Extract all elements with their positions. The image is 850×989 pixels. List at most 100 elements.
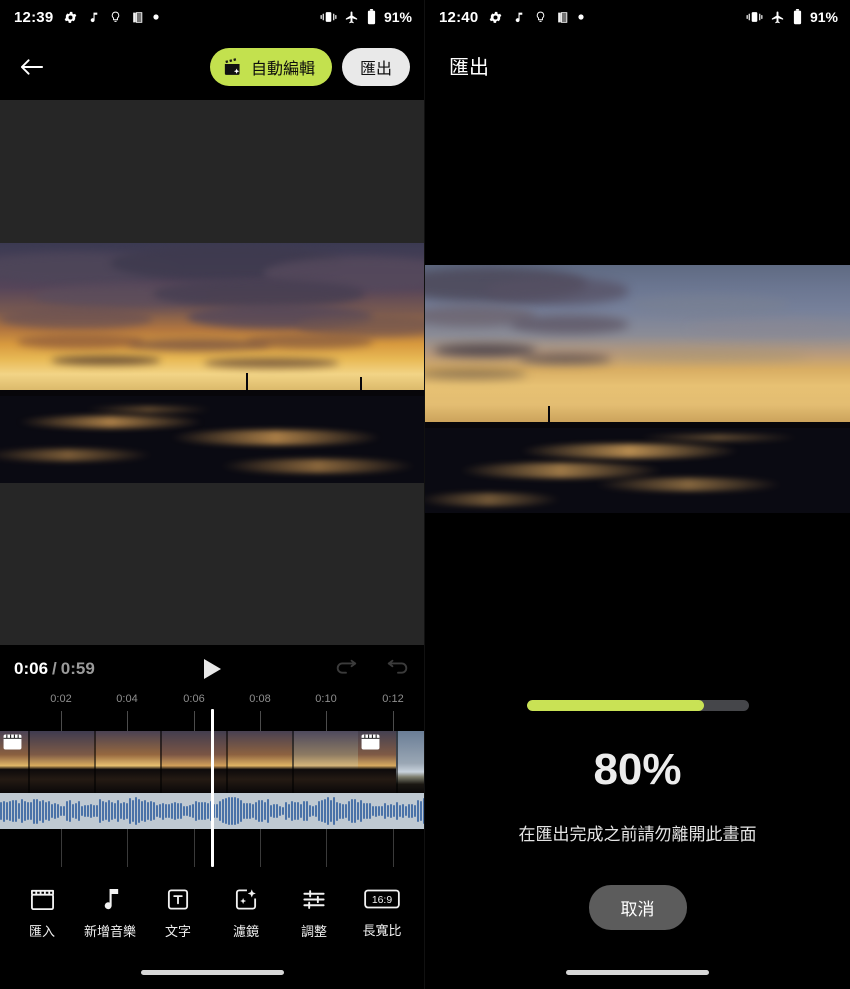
waveform-bar [312, 805, 314, 817]
redo-button[interactable] [386, 659, 410, 679]
undo-button[interactable] [334, 659, 358, 679]
thumbnail-divider [292, 731, 294, 793]
waveform-bar [369, 802, 371, 820]
video-preview[interactable] [0, 243, 424, 483]
waveform-bar [300, 803, 302, 819]
clapperboard-sparkle-icon [223, 57, 244, 77]
waveform-bar [354, 798, 356, 824]
timeline-thumbnail[interactable] [94, 731, 160, 793]
preview-artwork [0, 243, 424, 483]
waveform-bar [111, 801, 113, 821]
tool-add-music[interactable]: 新增音樂 [77, 887, 143, 940]
waveform-bar [36, 798, 38, 824]
gesture-nav-bar[interactable] [425, 955, 850, 989]
tool-filter[interactable]: 濾鏡 [213, 887, 279, 940]
timeline-thumbnail[interactable] [292, 731, 358, 793]
play-button[interactable] [199, 656, 225, 682]
waveform-bar [123, 802, 125, 820]
timeline-thumbnail[interactable] [160, 731, 226, 793]
editor-screen: 12:39 91% 自動編輯 匯出 0:06 / 0:59 0:02 0:04 … [0, 0, 425, 989]
waveform-bar [42, 799, 44, 823]
lightbulb-icon [109, 9, 122, 25]
ruler-tick-mark [260, 711, 261, 731]
tool-filter-label: 濾鏡 [232, 923, 259, 939]
waveform-bar [189, 804, 191, 818]
waveform-bar [261, 799, 263, 823]
export-status-bar: 12:40 91% [425, 0, 850, 34]
progress-fill [526, 700, 705, 711]
thumbnail-artwork [160, 731, 226, 793]
timeline-thumbnail[interactable] [226, 731, 292, 793]
undo-icon [334, 659, 358, 679]
waveform-bar [174, 802, 176, 820]
waveform-bar [204, 802, 206, 820]
editor-top-bar: 自動編輯 匯出 [0, 34, 424, 100]
gesture-pill[interactable] [140, 969, 284, 975]
waveform-bar [63, 805, 65, 817]
waveform-bar [96, 804, 98, 818]
gear-icon [488, 10, 503, 25]
waveform-bar [48, 800, 50, 822]
aspect-ratio-icon: 16:9 [364, 887, 400, 911]
redo-icon [386, 659, 410, 679]
waveform-bar [120, 802, 122, 820]
waveform-bar [87, 804, 89, 818]
waveform-bar [342, 803, 344, 819]
airplane-mode-icon [344, 10, 359, 25]
waveform-bar [180, 802, 182, 820]
export-button-label: 匯出 [359, 61, 392, 78]
waveform-bar [414, 805, 416, 817]
tool-aspect-ratio[interactable]: 16:9 長寬比 [349, 887, 415, 939]
waveform-bar [417, 800, 419, 822]
back-button[interactable] [14, 50, 48, 84]
waveform-bar [84, 805, 86, 817]
waveform-bar [276, 804, 278, 818]
music-note-icon [99, 887, 122, 912]
tool-adjust[interactable]: 調整 [281, 887, 347, 940]
waveform-bar [387, 805, 389, 817]
waveform-bar [93, 805, 95, 817]
playhead[interactable] [211, 709, 214, 867]
waveform-bar [255, 802, 257, 820]
auto-edit-button[interactable]: 自動編輯 [209, 48, 332, 86]
waveform-bar [165, 803, 167, 819]
tool-import[interactable]: 匯入 [9, 887, 75, 940]
play-icon [199, 656, 225, 682]
timeline-thumbnail[interactable] [28, 731, 94, 793]
tool-text-label: 文字 [164, 923, 191, 939]
waveform-bar [357, 801, 359, 821]
waveform-bar [30, 801, 32, 821]
waveform-bar [78, 801, 80, 821]
gesture-nav-bar[interactable] [0, 955, 424, 989]
waveform-bar [336, 801, 338, 821]
waveform-bar [423, 798, 424, 824]
timeline-thumbnail[interactable] [0, 731, 28, 793]
waveform-bar [231, 796, 233, 826]
timeline-thumbnail[interactable] [396, 731, 424, 793]
gesture-pill[interactable] [566, 969, 709, 975]
waveform-bar [216, 803, 218, 819]
waveform-bar [9, 800, 11, 822]
tool-text[interactable]: 文字 [145, 887, 211, 940]
waveform-bar [27, 801, 29, 821]
waveform-bar [372, 806, 374, 816]
status-clock: 12:39 [14, 8, 54, 26]
waveform-bar [408, 804, 410, 818]
waveform-bar [21, 799, 23, 823]
lightbulb-icon [534, 9, 547, 25]
waveform-bar [6, 801, 8, 821]
waveform-bar [360, 800, 362, 822]
waveform-bar [264, 802, 266, 820]
waveform-bar [162, 802, 164, 820]
waveform-bar [246, 802, 248, 820]
thumbnail-divider [28, 731, 30, 793]
export-button[interactable]: 匯出 [341, 48, 410, 86]
thumbnail-divider [396, 731, 398, 793]
cancel-button[interactable]: 取消 [588, 885, 687, 930]
waveform-bar [90, 804, 92, 818]
timeline-thumbnail[interactable] [358, 731, 396, 793]
waveform-bar [156, 805, 158, 817]
waveform-bar [315, 804, 317, 818]
export-progress [425, 700, 850, 711]
gear-icon [63, 10, 78, 25]
